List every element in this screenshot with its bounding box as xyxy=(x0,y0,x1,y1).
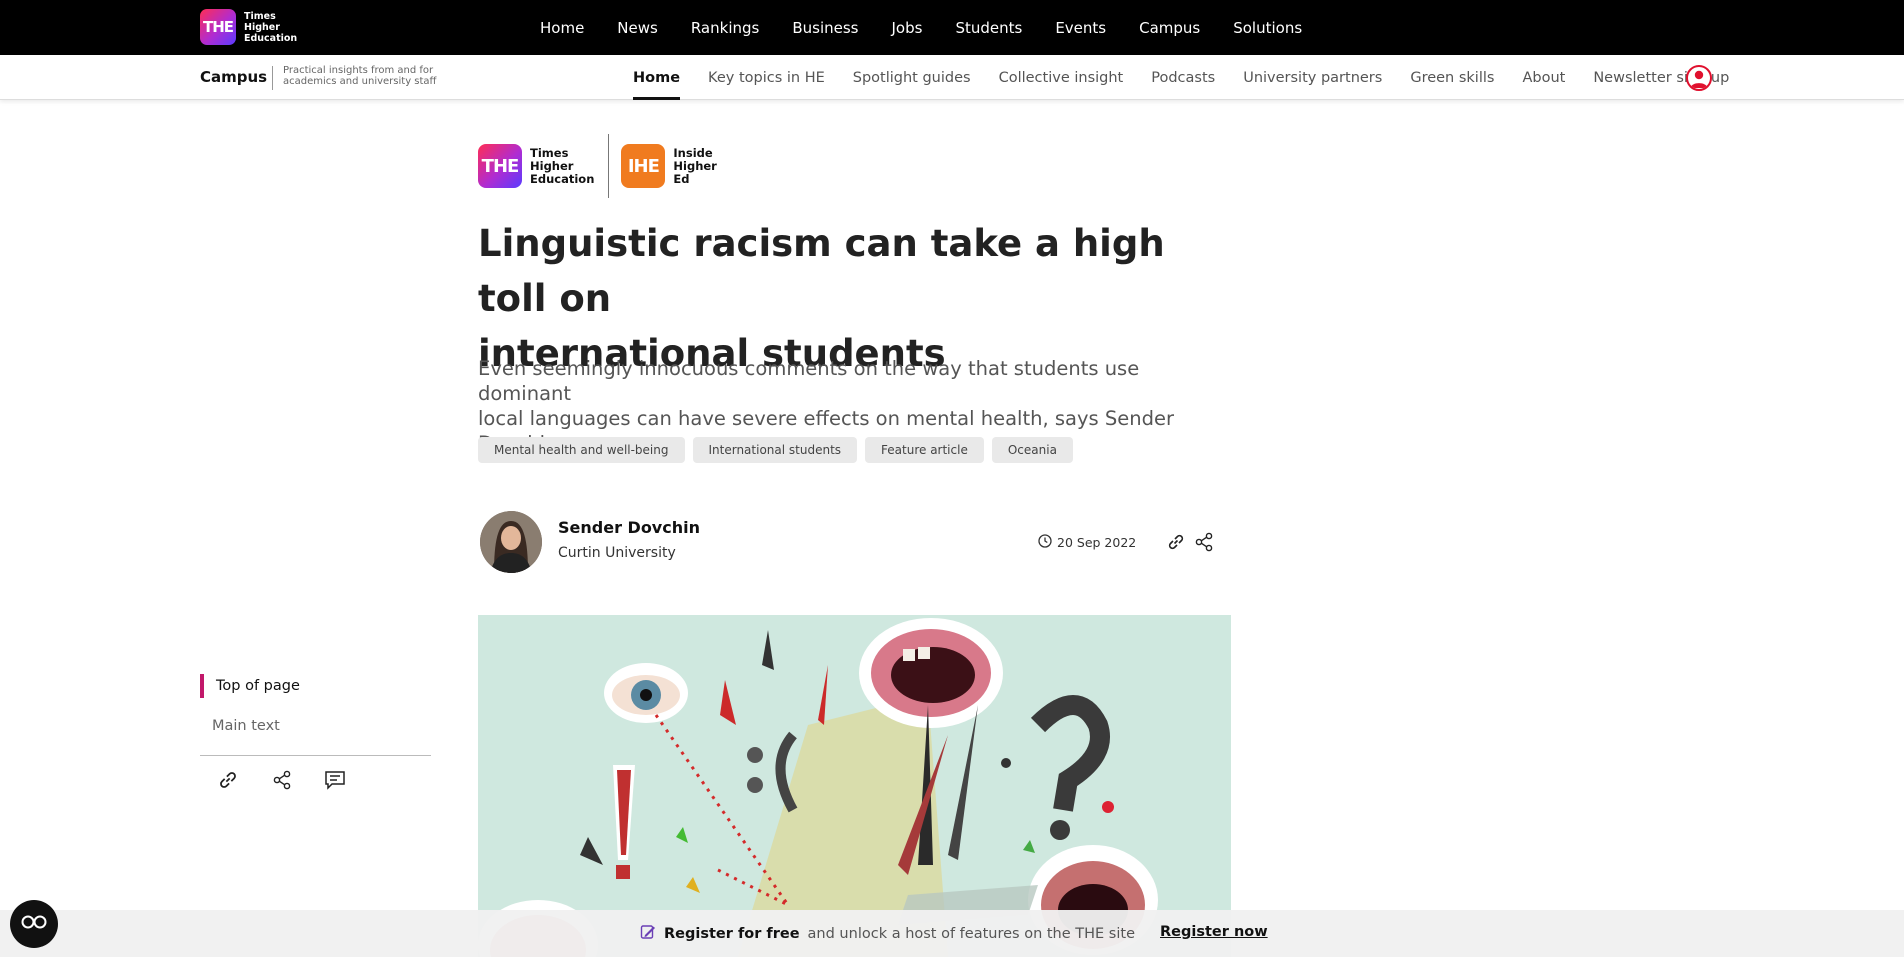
the-brand-mark: THE xyxy=(478,144,522,188)
clock-icon xyxy=(1038,534,1052,551)
register-bold-text: Register for free xyxy=(664,926,800,942)
the-brand-logo: THE Times Higher Education xyxy=(478,144,594,188)
link-icon[interactable] xyxy=(216,770,240,794)
author-avatar[interactable] xyxy=(480,511,542,573)
campus-nav: Home Key topics in HE Spotlight guides C… xyxy=(633,55,1757,100)
partner-logos: THE Times Higher Education IHE Inside Hi… xyxy=(478,134,717,198)
publish-date-text: 20 Sep 2022 xyxy=(1057,535,1137,550)
ihe-brand-mark: IHE xyxy=(621,144,666,188)
subnav-about[interactable]: About xyxy=(1522,55,1565,100)
toc-main-text[interactable]: Main text xyxy=(200,714,280,738)
article-hero-image xyxy=(478,615,1231,957)
tag-feature-article[interactable]: Feature article xyxy=(865,437,984,463)
subnav-key-topics[interactable]: Key topics in HE xyxy=(708,55,825,100)
toc-actions xyxy=(216,770,346,794)
nav-students[interactable]: Students xyxy=(955,19,1022,37)
link-icon[interactable] xyxy=(1166,533,1186,555)
user-account-icon[interactable] xyxy=(1686,65,1712,91)
divider xyxy=(272,66,273,90)
subnav-podcasts[interactable]: Podcasts xyxy=(1151,55,1215,100)
subnav-home[interactable]: Home xyxy=(633,55,681,100)
toc-top-of-page[interactable]: Top of page xyxy=(200,674,300,698)
subnav-spotlight-guides[interactable]: Spotlight guides xyxy=(853,55,971,100)
subnav-green-skills[interactable]: Green skills xyxy=(1410,55,1494,100)
toc-divider xyxy=(200,755,431,756)
campus-tagline: Practical insights from and for academic… xyxy=(283,65,437,87)
nav-solutions[interactable]: Solutions xyxy=(1233,19,1302,37)
nav-rankings[interactable]: Rankings xyxy=(691,19,760,37)
nav-events[interactable]: Events xyxy=(1055,19,1106,37)
edit-note-icon xyxy=(640,924,656,944)
campus-subnav-bar: Campus Practical insights from and for a… xyxy=(0,55,1904,100)
register-banner: Register for free and unlock a host of f… xyxy=(0,910,1904,957)
register-now-link[interactable]: Register now xyxy=(1160,924,1268,940)
author-name[interactable]: Sender Dovchin xyxy=(558,518,700,537)
nav-home[interactable]: Home xyxy=(540,19,584,37)
subnav-collective-insight[interactable]: Collective insight xyxy=(999,55,1124,100)
register-description: and unlock a host of features on the THE… xyxy=(807,926,1135,942)
tag-international-students[interactable]: International students xyxy=(692,437,858,463)
share-icon[interactable] xyxy=(1195,532,1213,556)
the-logo-mark: THE xyxy=(200,9,236,45)
accessibility-button[interactable] xyxy=(10,900,58,948)
publish-date: 20 Sep 2022 xyxy=(1038,534,1136,551)
share-icon[interactable] xyxy=(272,770,292,794)
author-affiliation: Curtin University xyxy=(558,545,676,561)
the-logo[interactable]: THE Times Higher Education xyxy=(200,9,297,45)
ihe-brand-logo: IHE Inside Higher Ed xyxy=(621,144,717,188)
nav-campus[interactable]: Campus xyxy=(1139,19,1200,37)
nav-jobs[interactable]: Jobs xyxy=(892,19,923,37)
tag-mental-health[interactable]: Mental health and well-being xyxy=(478,437,685,463)
comment-icon[interactable] xyxy=(324,770,346,794)
article-tags: Mental health and well-being Internation… xyxy=(478,437,1073,463)
main-nav: Home News Rankings Business Jobs Student… xyxy=(540,0,1335,55)
tag-oceania[interactable]: Oceania xyxy=(991,437,1073,463)
top-navigation-bar: THE Times Higher Education Home News Ran… xyxy=(0,0,1904,55)
campus-section-title[interactable]: Campus xyxy=(200,68,267,86)
nav-business[interactable]: Business xyxy=(792,19,858,37)
accessibility-icon xyxy=(21,914,47,934)
logo-divider xyxy=(608,134,610,198)
subnav-university-partners[interactable]: University partners xyxy=(1243,55,1382,100)
the-logo-words: Times Higher Education xyxy=(244,10,298,44)
nav-news[interactable]: News xyxy=(617,19,658,37)
